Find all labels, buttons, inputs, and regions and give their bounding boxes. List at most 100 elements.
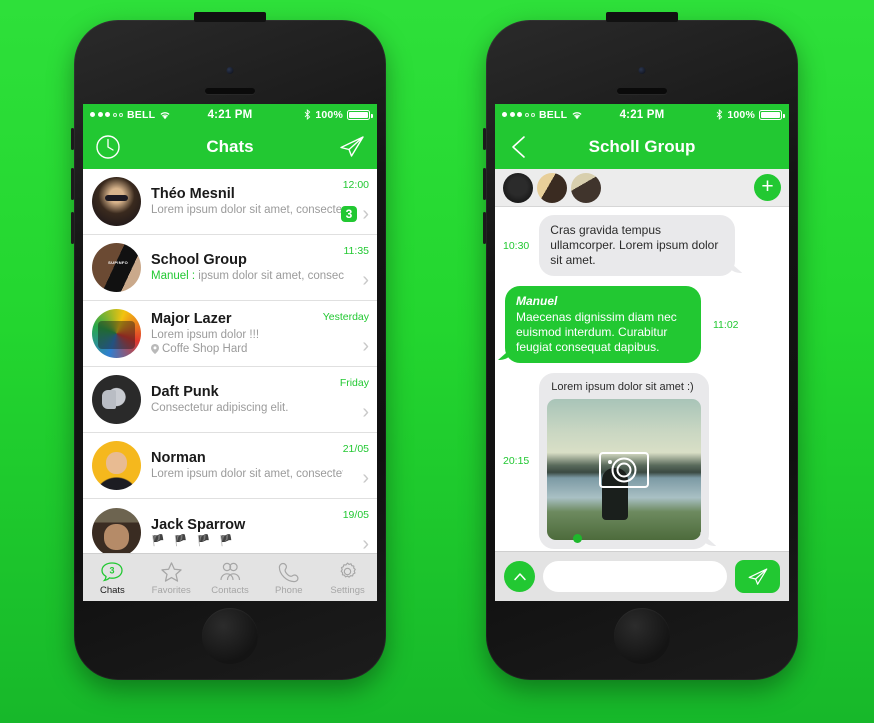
chat-time: 21/05: [342, 442, 369, 455]
chats-navbar: Chats: [83, 125, 377, 169]
chat-row-daft-punk[interactable]: Daft Punk Consectetur adipiscing elit. F…: [83, 367, 377, 433]
front-camera-icon: [638, 67, 646, 74]
message-thread[interactable]: 10:30 Cras gravida tempus ullamcorper. L…: [495, 207, 789, 551]
tab-chats[interactable]: 3 Chats: [83, 559, 142, 596]
volume-up-button[interactable]: [71, 168, 74, 200]
chat-list[interactable]: Théo Mesnil Lorem ipsum dolor sit amet, …: [83, 169, 377, 553]
tab-label: Contacts: [211, 585, 249, 596]
photo-bubble[interactable]: Lorem ipsum dolor sit amet :): [539, 373, 710, 549]
star-icon: [160, 559, 183, 584]
chat-bubble-icon: 3: [100, 559, 124, 584]
carrier-label: BELL: [539, 108, 568, 121]
volume-up-button[interactable]: [483, 168, 486, 200]
member-avatar[interactable]: [503, 172, 533, 203]
member-avatar[interactable]: [571, 172, 601, 203]
chat-name: Daft Punk: [151, 384, 219, 400]
chat-row-norman[interactable]: Norman Lorem ipsum dolor sit amet, conse…: [83, 433, 377, 499]
message-bubble[interactable]: Cras gravida tempus ullamcorper. Lorem i…: [539, 215, 736, 276]
chat-row-school-group[interactable]: School Group Manuel : ipsum dolor sit am…: [83, 235, 377, 301]
antenna-band: [194, 12, 266, 22]
message-incoming-photo: 20:15 Lorem ipsum dolor sit amet :): [503, 373, 781, 549]
chat-name: School Group: [151, 252, 247, 268]
message-bubble[interactable]: Manuel Maecenas dignissim diam nec euism…: [505, 286, 701, 363]
avatar: [92, 177, 141, 226]
message-time: 10:30: [503, 239, 530, 252]
avatar: [92, 243, 141, 292]
chat-time: 11:35: [343, 244, 370, 257]
home-button[interactable]: [614, 608, 670, 664]
preview-sender: Manuel :: [151, 270, 196, 282]
battery-percent-label: 100%: [315, 108, 343, 121]
chat-row-theo-mesnil[interactable]: Théo Mesnil Lorem ipsum dolor sit amet, …: [83, 169, 377, 235]
chevron-right-icon: ›: [362, 466, 369, 489]
tab-label: Favorites: [151, 585, 191, 596]
send-paper-plane-icon[interactable]: [735, 560, 780, 593]
screen-chats: BELL 4:21 PM 100% Chats Théo Mesnil Lore…: [83, 104, 377, 601]
message-input-bar: [495, 551, 789, 601]
location-pin-icon: [151, 344, 159, 354]
message-incoming-text: 10:30 Cras gravida tempus ullamcorper. L…: [503, 215, 781, 276]
tab-label: Settings: [330, 585, 365, 596]
chevron-up-icon[interactable]: [504, 561, 535, 592]
chevron-right-icon: ›: [362, 400, 369, 423]
chat-time: Yesterday: [322, 310, 369, 323]
member-avatar[interactable]: [537, 172, 567, 203]
phone-device-right: BELL 4:21 PM 100% Scholl Group SUPINFO +…: [483, 12, 798, 680]
earpiece-speaker: [205, 88, 255, 94]
tab-phone[interactable]: Phone: [259, 559, 318, 596]
phone-handset-icon: [278, 559, 300, 584]
battery-full-icon: [759, 109, 785, 120]
chat-preview: Manuel : ipsum dolor sit amet, consectet…: [151, 269, 344, 283]
compose-paper-plane-icon[interactable]: [337, 132, 367, 162]
contacts-icon: [218, 559, 242, 584]
signal-strength-icon: [502, 112, 535, 117]
volume-down-button[interactable]: [483, 212, 486, 244]
wifi-icon: [160, 111, 170, 119]
clock-icon[interactable]: [93, 132, 123, 162]
unread-badge: 3: [340, 205, 358, 222]
clock-label: 4:21 PM: [619, 108, 665, 121]
message-time: 11:02: [713, 318, 739, 331]
message-sender: Manuel: [516, 294, 558, 308]
battery-percent-label: 100%: [727, 108, 755, 121]
chat-time: 12:00: [342, 178, 369, 191]
page-title: Scholl Group: [588, 137, 696, 156]
chevron-right-icon: ›: [362, 202, 369, 225]
chevron-right-icon: ›: [362, 334, 369, 357]
message-input[interactable]: [543, 561, 727, 592]
chat-row-major-lazer[interactable]: Major Lazer Lorem ipsum dolor !!! Coffe …: [83, 301, 377, 367]
status-bar: BELL 4:21 PM 100%: [495, 104, 789, 125]
delivery-status-dot: [573, 534, 582, 543]
page-title: Chats: [206, 137, 254, 156]
volume-down-button[interactable]: [71, 212, 74, 244]
member-bar: +: [495, 169, 789, 207]
tab-favorites[interactable]: Favorites: [142, 559, 201, 596]
location-label: Coffe Shop Hard: [162, 343, 248, 355]
chevron-left-icon[interactable]: [505, 132, 535, 162]
add-member-button[interactable]: +: [754, 174, 781, 201]
wifi-icon: [572, 111, 582, 119]
message-outgoing-text: Manuel Maecenas dignissim diam nec euism…: [503, 286, 781, 363]
chevron-right-icon: ›: [362, 533, 369, 553]
camera-icon: [599, 451, 650, 488]
gear-icon: [336, 559, 359, 584]
chat-row-jack-sparrow[interactable]: Jack Sparrow 🏴 🏴 🏴 🏴 19/05 ›: [83, 499, 377, 553]
tab-contacts[interactable]: Contacts: [201, 559, 260, 596]
avatar: [92, 507, 141, 553]
chat-time: 19/05: [342, 509, 369, 521]
mute-switch[interactable]: [71, 128, 74, 150]
chat-preview: Lorem ipsum dolor !!!: [151, 329, 260, 341]
tab-label: Chats: [99, 585, 125, 596]
tab-settings[interactable]: Settings: [318, 559, 377, 596]
mute-switch[interactable]: [483, 128, 486, 150]
chat-name: Jack Sparrow: [151, 516, 246, 533]
photo-thumbnail[interactable]: [547, 399, 702, 540]
home-button[interactable]: [202, 608, 258, 664]
signal-strength-icon: [90, 112, 123, 117]
svg-text:3: 3: [110, 565, 115, 575]
carrier-label: BELL: [127, 108, 156, 121]
avatar: [92, 375, 141, 424]
screen-conversation: BELL 4:21 PM 100% Scholl Group SUPINFO +…: [495, 104, 789, 601]
tab-bar: 3 Chats Favorites Contacts Phone Setting…: [83, 553, 377, 601]
chat-name: Major Lazer: [151, 311, 232, 327]
